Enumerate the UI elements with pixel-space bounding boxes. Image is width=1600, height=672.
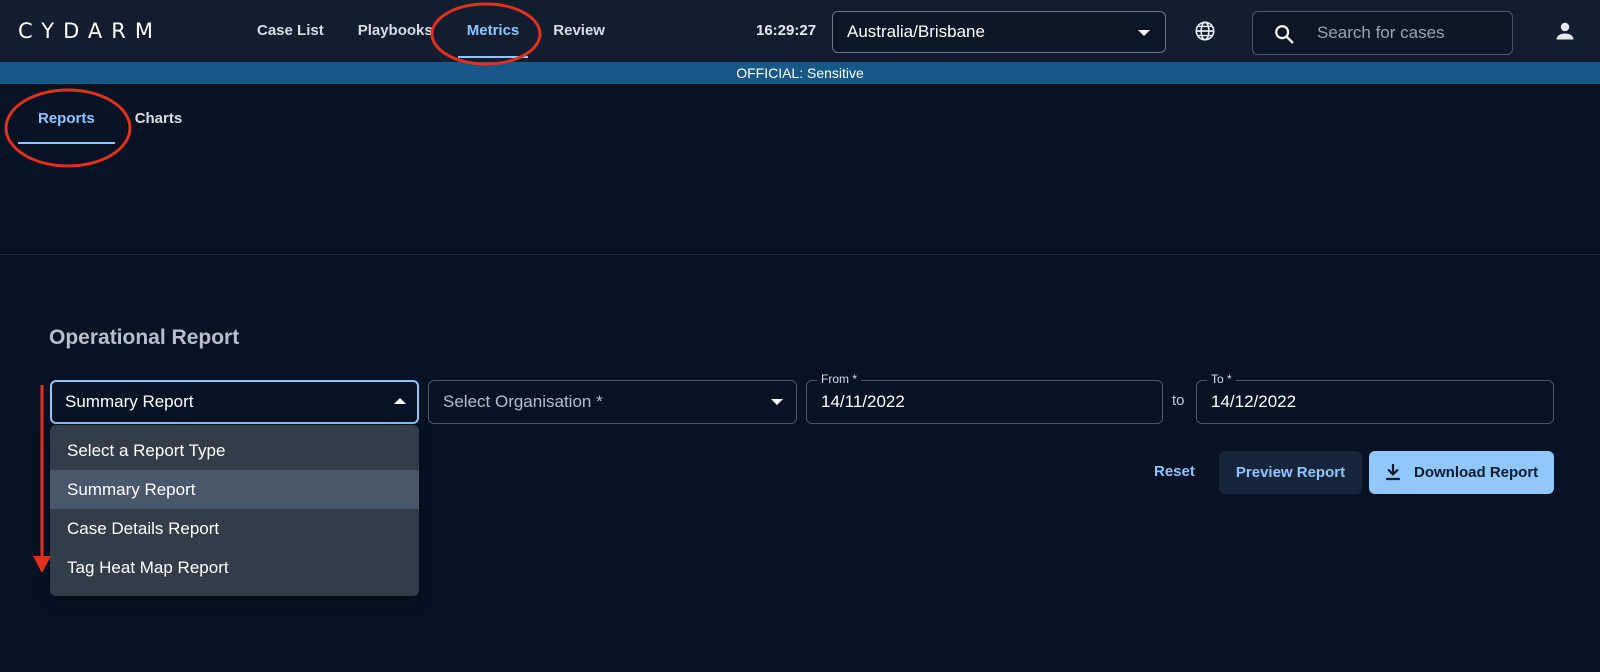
section-title: Operational Report <box>49 326 240 349</box>
preview-report-button[interactable]: Preview Report <box>1219 451 1362 494</box>
classification-banner: OFFICIAL: Sensitive <box>0 62 1600 84</box>
cydarm-logo[interactable]: CYDARM <box>18 20 198 42</box>
nav-metrics[interactable]: Metrics <box>450 0 537 62</box>
chevron-up-icon <box>394 398 406 404</box>
dropdown-arrow-head <box>33 556 51 573</box>
section-divider <box>0 254 1600 255</box>
menu-item-select-report-type[interactable]: Select a Report Type <box>50 431 419 470</box>
report-type-menu: Select a Report Type Summary Report Case… <box>50 425 419 596</box>
top-bar: CYDARM Case List Playbooks Metrics Revie… <box>0 0 1600 62</box>
date-range-separator: to <box>1172 392 1185 409</box>
timezone-value: Australia/Brisbane <box>847 22 985 41</box>
reset-button[interactable]: Reset <box>1154 451 1195 493</box>
tab-charts[interactable]: Charts <box>115 100 203 144</box>
menu-item-case-details-report[interactable]: Case Details Report <box>50 509 419 548</box>
search-box[interactable] <box>1252 11 1513 55</box>
chevron-down-icon <box>1138 30 1150 36</box>
from-date-value: 14/11/2022 <box>821 392 905 411</box>
metrics-tabs: Reports Charts <box>18 100 202 144</box>
nav-case-list[interactable]: Case List <box>240 0 341 62</box>
clock: 16:29:27 <box>756 22 817 39</box>
menu-item-summary-report[interactable]: Summary Report <box>50 470 419 509</box>
download-report-button[interactable]: Download Report <box>1369 451 1554 494</box>
to-date-field[interactable]: To * 14/12/2022 <box>1196 372 1554 424</box>
nav-playbooks[interactable]: Playbooks <box>341 0 450 62</box>
download-icon <box>1385 464 1401 481</box>
search-input[interactable] <box>1317 12 1497 54</box>
download-report-label: Download Report <box>1414 464 1539 481</box>
timezone-select[interactable]: Australia/Brisbane <box>832 11 1166 53</box>
organisation-placeholder: Select Organisation * <box>443 392 603 411</box>
search-icon <box>1275 25 1294 44</box>
tab-reports[interactable]: Reports <box>18 100 115 144</box>
menu-item-tag-heat-map-report[interactable]: Tag Heat Map Report <box>50 548 419 587</box>
user-icon[interactable] <box>1553 19 1577 43</box>
report-type-select[interactable]: Summary Report <box>50 380 419 424</box>
report-type-value: Summary Report <box>65 392 194 411</box>
chevron-down-icon <box>771 399 783 405</box>
nav-review[interactable]: Review <box>536 0 622 62</box>
organisation-select[interactable]: Select Organisation * <box>428 380 797 424</box>
globe-icon[interactable] <box>1194 20 1216 42</box>
to-date-value: 14/12/2022 <box>1211 392 1297 411</box>
from-date-field[interactable]: From * 14/11/2022 <box>806 372 1163 424</box>
main-nav: Case List Playbooks Metrics Review <box>240 0 622 62</box>
